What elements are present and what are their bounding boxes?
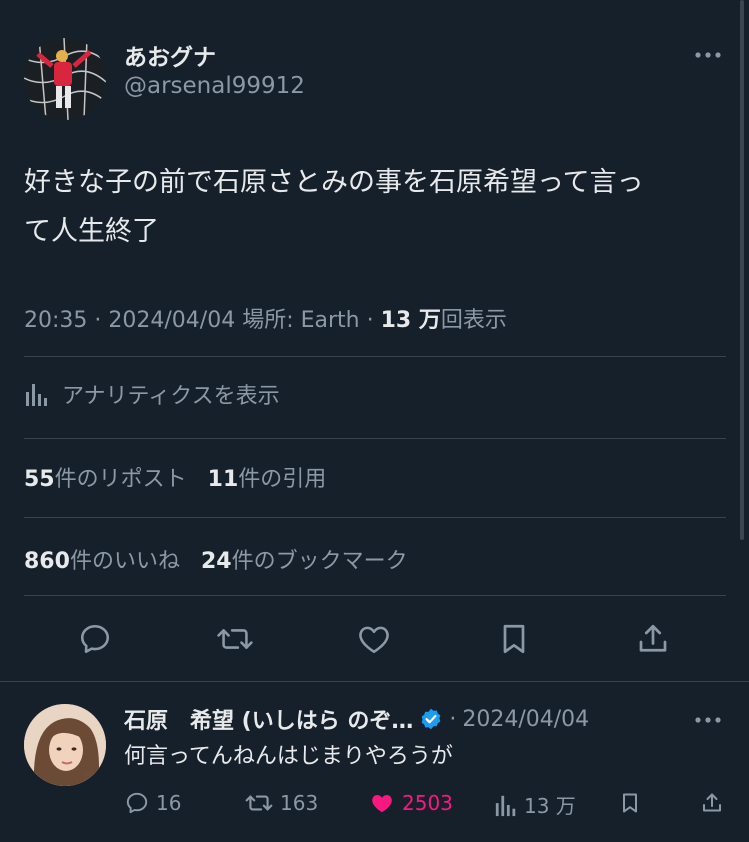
reply-share-button[interactable] xyxy=(700,790,724,816)
analytics-icon xyxy=(495,795,516,816)
more-options-icon[interactable] xyxy=(692,43,724,67)
reply-icon xyxy=(126,792,148,814)
avatar-watermark: 相 xyxy=(84,770,92,780)
repost-stats-row: 55件のリポスト 11件の引用 xyxy=(24,461,326,493)
share-button[interactable] xyxy=(631,617,675,661)
views-label: 回表示 xyxy=(440,308,507,333)
tweet-time[interactable]: 20:35 xyxy=(24,308,87,333)
reply-separator: · xyxy=(449,706,457,732)
reply-action-bar: 16 163 2503 13 万 xyxy=(124,790,726,820)
reply-likes-count: 2503 xyxy=(402,791,453,815)
reply-text: 何言ってんねんはじまりやろうが xyxy=(124,744,453,769)
reply-display-name[interactable]: 石原 希望 (いしはら のぞ… xyxy=(124,703,413,735)
share-icon xyxy=(703,793,721,812)
reply-date[interactable]: 2024/04/04 xyxy=(462,707,589,732)
reply-views-button[interactable]: 13 万 xyxy=(494,790,576,819)
tweet-text: 好きな子の前で石原さとみの事を石原希望って言っ て人生終了 xyxy=(24,158,724,256)
view-analytics-link[interactable]: アナリティクスを表示 xyxy=(24,378,280,410)
divider xyxy=(24,438,726,439)
author-avatar[interactable] xyxy=(24,38,106,120)
reposts-label: 件のリポスト xyxy=(54,467,187,492)
divider xyxy=(24,517,726,518)
reply-more-options-icon[interactable] xyxy=(692,708,724,732)
section-divider xyxy=(0,681,749,682)
verified-badge-icon xyxy=(419,707,443,731)
heart-icon xyxy=(359,626,389,654)
likes-count: 860 xyxy=(24,549,70,574)
analytics-icon xyxy=(26,384,47,406)
bookmarks-stat[interactable]: 24件のブックマーク xyxy=(201,549,408,574)
reposts-stat[interactable]: 55件のリポスト xyxy=(24,467,187,492)
reply-retweet-button[interactable]: 163 xyxy=(244,790,318,816)
like-stats-row: 860件のいいね 24件のブックマーク xyxy=(24,543,408,575)
avatar-image xyxy=(24,38,106,120)
tweet-date[interactable]: 2024/04/04 xyxy=(108,308,235,333)
reply-views-count: 13 万 xyxy=(524,794,576,818)
likes-label: 件のいいね xyxy=(69,549,180,574)
quotes-count: 11 xyxy=(207,467,239,492)
tweet-text-line: 好きな子の前で石原さとみの事を石原希望って言っ xyxy=(24,167,644,198)
bookmarks-label: 件のブックマーク xyxy=(231,549,408,574)
retweet-icon xyxy=(245,795,273,811)
author-display-name[interactable]: あおグナ xyxy=(124,38,216,72)
reply-icon xyxy=(80,624,110,654)
tweet-meta: 20:35 · 2024/04/04 場所: Earth · 13 万回表示 xyxy=(24,302,507,334)
bookmarks-count: 24 xyxy=(200,549,232,574)
heart-filled-icon xyxy=(372,794,392,813)
author-handle[interactable]: @arsenal99912 xyxy=(124,73,305,99)
retweet-icon xyxy=(217,629,253,649)
likes-stat[interactable]: 860件のいいね xyxy=(24,549,180,574)
quotes-stat[interactable]: 11件の引用 xyxy=(208,467,327,492)
analytics-label: アナリティクスを表示 xyxy=(62,384,280,409)
reply-reply-button[interactable]: 16 xyxy=(124,790,181,816)
reply-bookmark-button[interactable] xyxy=(618,790,642,816)
views-count: 13 万 xyxy=(380,308,441,333)
bookmark-button[interactable] xyxy=(492,617,536,661)
tweet-location[interactable]: 場所: Earth xyxy=(242,308,359,333)
meta-separator: · xyxy=(94,308,102,333)
retweet-button[interactable] xyxy=(213,617,257,661)
scrollbar[interactable] xyxy=(740,0,744,540)
reply-replies-count: 16 xyxy=(156,791,182,815)
reply-retweets-count: 163 xyxy=(280,791,319,815)
reply-like-button[interactable]: 2503 xyxy=(368,790,453,816)
like-button[interactable] xyxy=(352,617,396,661)
reposts-count: 55 xyxy=(24,467,55,492)
reply-avatar-image: 相 xyxy=(24,704,106,786)
reply-header: 石原 希望 (いしはら のぞ… · 2024/04/04 xyxy=(124,703,589,735)
reply-button[interactable] xyxy=(73,617,117,661)
bookmark-icon xyxy=(623,793,637,813)
divider xyxy=(24,356,726,357)
meta-separator: · xyxy=(366,308,374,333)
reply-author-avatar[interactable]: 相 xyxy=(24,704,106,786)
tweet-text-line: て人生終了 xyxy=(24,216,159,247)
share-icon xyxy=(639,624,667,652)
divider xyxy=(24,595,726,596)
bookmark-icon xyxy=(503,624,525,654)
quotes-label: 件の引用 xyxy=(238,467,327,492)
